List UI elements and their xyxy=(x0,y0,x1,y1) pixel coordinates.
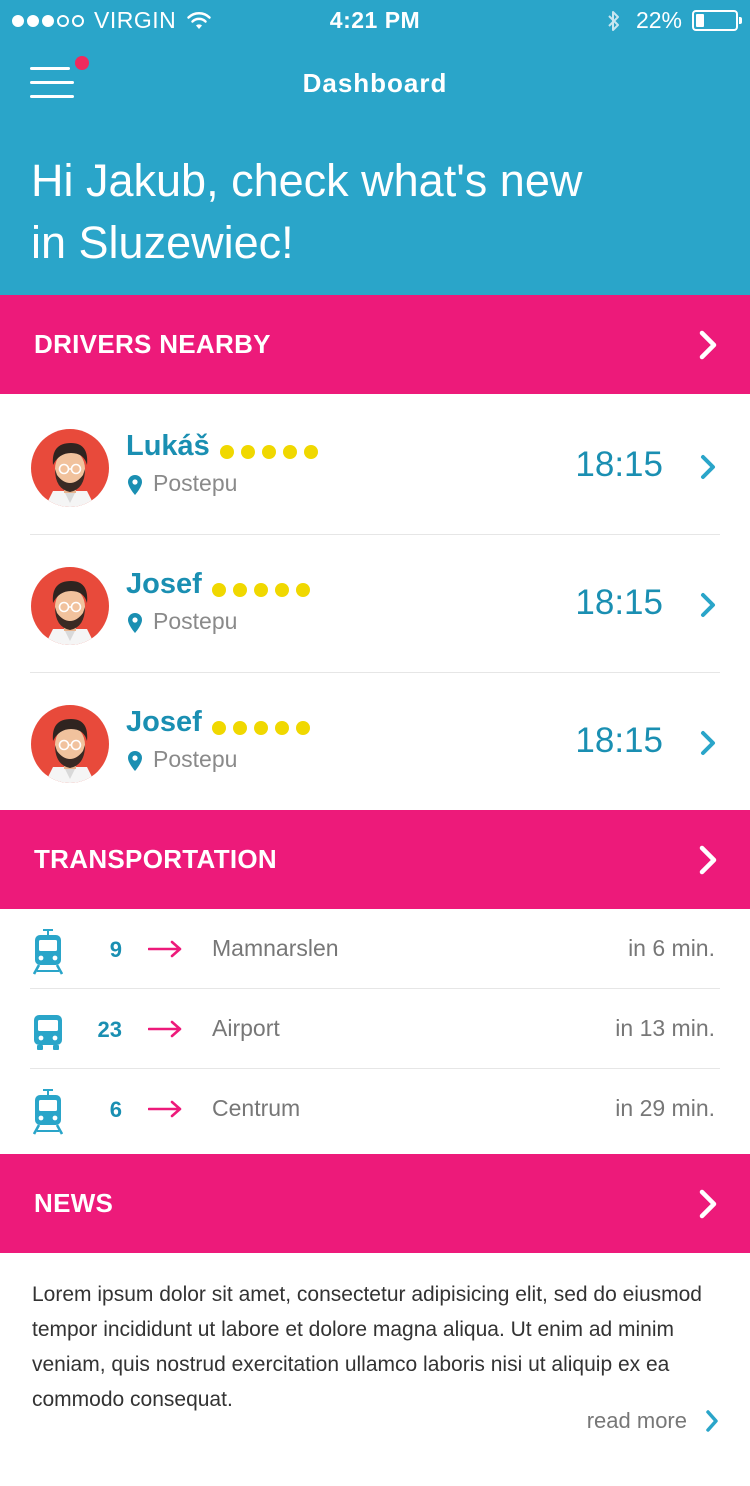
battery-icon xyxy=(692,10,742,31)
chevron-right-icon xyxy=(699,1189,717,1219)
rating-star-icon xyxy=(282,445,297,459)
route-eta: in 29 min. xyxy=(615,1095,715,1121)
rating-star-icon xyxy=(253,583,268,597)
driver-eta: 18:15 xyxy=(575,583,663,622)
tram-icon xyxy=(33,1089,63,1135)
driver-rating xyxy=(211,721,310,735)
status-bar-right: 22% xyxy=(606,7,742,34)
greeting-text: Hi Jakub, check what's new in Sluzewiec! xyxy=(31,155,583,268)
driver-name: Lukáš xyxy=(126,430,210,462)
route-eta: in 6 min. xyxy=(628,935,715,961)
chevron-right-icon xyxy=(699,330,717,360)
transport-row[interactable]: 9 Mamnarslen in 6 min. xyxy=(0,909,750,989)
rating-star-icon xyxy=(211,583,226,597)
location-pin-icon xyxy=(128,613,142,633)
driver-rating xyxy=(211,583,310,597)
route-number: 9 xyxy=(109,937,122,962)
section-title: DRIVERS NEARBY xyxy=(34,329,271,359)
arrow-right-icon xyxy=(148,1020,182,1038)
arrow-right-icon xyxy=(148,940,182,958)
driver-eta: 18:15 xyxy=(575,445,663,484)
news-header[interactable]: NEWS xyxy=(0,1154,750,1253)
driver-avatar xyxy=(31,705,109,783)
bus-icon xyxy=(34,1015,62,1050)
status-bar: VIRGIN 4:21 PM 22% xyxy=(0,0,750,40)
chevron-right-icon xyxy=(699,845,717,875)
read-more-link[interactable]: read more xyxy=(587,1408,719,1434)
driver-location: Postepu xyxy=(153,470,238,496)
driver-avatar xyxy=(31,429,109,507)
rating-star-icon xyxy=(219,445,234,459)
section-title: NEWS xyxy=(34,1188,114,1218)
location-pin-icon xyxy=(128,751,142,771)
rating-star-icon xyxy=(295,721,310,735)
driver-location: Postepu xyxy=(153,746,238,772)
rating-star-icon xyxy=(232,583,247,597)
driver-eta: 18:15 xyxy=(575,721,663,760)
rating-star-icon xyxy=(211,721,226,735)
rating-star-icon xyxy=(232,721,247,735)
app-header: VIRGIN 4:21 PM 22% Dashboard Hi Jakub, c… xyxy=(0,0,750,295)
rating-star-icon xyxy=(274,721,289,735)
driver-row[interactable]: Lukáš Postepu 18:15 xyxy=(0,394,750,532)
transport-row[interactable]: 6 Centrum in 29 min. xyxy=(0,1069,750,1149)
chevron-right-icon xyxy=(701,593,715,617)
rating-star-icon xyxy=(303,445,318,459)
section-title: TRANSPORTATION xyxy=(34,844,277,874)
battery-level xyxy=(696,14,704,27)
driver-row[interactable]: Josef Postepu 18:15 xyxy=(0,670,750,808)
bluetooth-icon xyxy=(608,10,619,31)
route-number: 6 xyxy=(109,1097,122,1122)
chevron-right-icon xyxy=(706,1410,718,1432)
rating-star-icon xyxy=(240,445,255,459)
rating-star-icon xyxy=(253,721,268,735)
driver-avatar xyxy=(31,567,109,645)
route-destination: Centrum xyxy=(212,1095,301,1121)
driver-rating xyxy=(219,445,318,459)
rating-star-icon xyxy=(274,583,289,597)
page-title: Dashboard xyxy=(302,68,448,98)
route-destination: Mamnarslen xyxy=(212,935,339,961)
driver-location: Postepu xyxy=(153,608,238,634)
arrow-right-icon xyxy=(148,1100,182,1118)
news-body: Lorem ipsum dolor sit amet, consectetur … xyxy=(32,1283,702,1411)
route-eta: in 13 min. xyxy=(615,1015,715,1041)
battery-percent: 22% xyxy=(635,7,682,33)
read-more-label: read more xyxy=(586,1408,687,1433)
driver-name: Josef xyxy=(126,568,202,600)
route-destination: Airport xyxy=(212,1015,280,1041)
chevron-right-icon xyxy=(701,455,715,479)
tram-icon xyxy=(33,929,63,975)
rating-star-icon xyxy=(261,445,276,459)
chevron-right-icon xyxy=(701,731,715,755)
rating-star-icon xyxy=(295,583,310,597)
driver-row[interactable]: Josef Postepu 18:15 xyxy=(0,532,750,670)
transportation-header[interactable]: TRANSPORTATION xyxy=(0,810,750,909)
transport-row[interactable]: 23 Airport in 13 min. xyxy=(0,989,750,1069)
drivers-nearby-header[interactable]: DRIVERS NEARBY xyxy=(0,295,750,394)
driver-name: Josef xyxy=(126,706,202,738)
location-pin-icon xyxy=(128,475,142,495)
route-number: 23 xyxy=(97,1017,122,1042)
